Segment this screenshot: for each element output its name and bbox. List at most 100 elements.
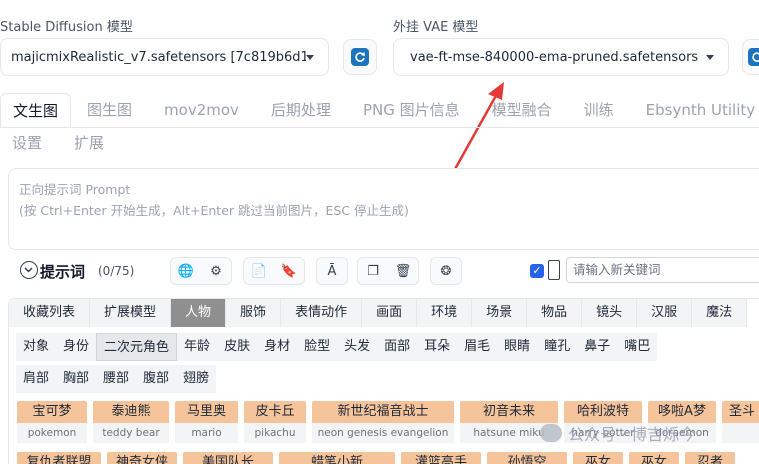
sub-face[interactable]: 面部 xyxy=(377,333,418,361)
toolbar-group-2: 📄 🔖 xyxy=(243,257,305,285)
secondary-tabs: 设置 扩展 xyxy=(0,126,120,160)
tag-card-zh: 圣斗 xyxy=(722,401,759,423)
cat-favorites[interactable]: 收藏列表 xyxy=(9,299,91,327)
token-count: (0/75) xyxy=(98,264,135,278)
tab-txt2img[interactable]: 文生图 xyxy=(0,93,72,127)
watermark: 公众号 · 博吉烁今 xyxy=(540,421,695,445)
tag-card[interactable]: 圣斗 xyxy=(722,401,759,443)
tag-card[interactable]: 皮卡丘 pikachu xyxy=(244,401,306,443)
wechat-icon xyxy=(540,424,562,442)
sub-pupils[interactable]: 瞳孔 xyxy=(537,333,578,361)
tag-card[interactable]: 泰迪熊 teddy bear xyxy=(93,401,169,443)
sub-age[interactable]: 年龄 xyxy=(177,333,218,361)
tab-ebsynth[interactable]: Ebsynth Utility xyxy=(630,93,759,127)
trash-icon[interactable]: 🗑 xyxy=(388,258,418,284)
vae-model-select[interactable]: vae-ft-mse-840000-ema-pruned.safetensors xyxy=(393,38,729,76)
keyword-input[interactable]: 请输入新关键词 xyxy=(566,257,759,283)
tag-card[interactable]: 巫女 xyxy=(629,452,679,464)
translate-icon[interactable]: Ā xyxy=(317,258,347,284)
sub-face-shape[interactable]: 脸型 xyxy=(297,333,338,361)
sub-chest[interactable]: 胸部 xyxy=(56,365,97,393)
sd-model-value: majicmixRealistic_v7.safetensors [7c819b… xyxy=(11,49,306,65)
copy-icon[interactable]: ❐ xyxy=(358,258,388,284)
cat-items[interactable]: 物品 xyxy=(527,299,583,327)
watermark-text: 公众号 · 博吉烁今 xyxy=(568,425,696,444)
main-tabs: 文生图 图生图 mov2mov 后期处理 PNG 图片信息 模型融合 训练 Eb… xyxy=(0,93,759,127)
cat-scene[interactable]: 场景 xyxy=(472,299,528,327)
cat-camera[interactable]: 镜头 xyxy=(582,299,638,327)
tag-card[interactable]: 神奇女侠 xyxy=(107,452,177,464)
vae-model-value: vae-ft-mse-840000-ema-pruned.safetensors xyxy=(410,49,699,65)
cat-clothing[interactable]: 服饰 xyxy=(226,299,282,327)
history-icon[interactable]: 📄 xyxy=(244,258,274,284)
sub-abdomen[interactable]: 腹部 xyxy=(136,365,177,393)
category-tabs: 收藏列表 扩展模型 人物 服饰 表情动作 画面 环境 场景 物品 镜头 汉服 魔… xyxy=(9,299,748,327)
sub-ears[interactable]: 耳朵 xyxy=(417,333,458,361)
tag-card-en xyxy=(722,423,759,443)
tag-card-zh: 初音未来 xyxy=(460,401,558,423)
tag-card-zh: 马里奥 xyxy=(175,401,238,423)
sub-wings[interactable]: 翅膀 xyxy=(176,365,217,393)
sub-nose[interactable]: 鼻子 xyxy=(577,333,618,361)
sub-eyebrows[interactable]: 眉毛 xyxy=(457,333,498,361)
sub-waist[interactable]: 腰部 xyxy=(96,365,137,393)
tag-card[interactable]: 复仇者联盟 xyxy=(17,452,101,464)
sub-identity[interactable]: 身份 xyxy=(56,333,97,361)
sub-skin[interactable]: 皮肤 xyxy=(217,333,258,361)
prompt-placeholder-line1: 正向提示词 Prompt xyxy=(19,182,131,197)
tag-card[interactable]: 忍者 xyxy=(685,452,735,464)
sd-model-select[interactable]: majicmixRealistic_v7.safetensors [7c819b… xyxy=(0,38,329,76)
tag-card[interactable]: 宝可梦 pokemon xyxy=(17,401,87,443)
prompt-placeholder-line2: (按 Ctrl+Enter 开始生成，Alt+Enter 跳过当前图片，ESC … xyxy=(19,203,409,218)
refresh-icon xyxy=(351,48,369,66)
tag-card[interactable]: 孙悟空 xyxy=(487,452,567,464)
tab-png-info[interactable]: PNG 图片信息 xyxy=(347,93,476,127)
sub-eyes[interactable]: 眼睛 xyxy=(497,333,538,361)
chevron-down-icon xyxy=(706,54,714,60)
subcategory-row-2: 肩部 胸部 腰部 腹部 翅膀 xyxy=(16,365,217,393)
tab-extras[interactable]: 后期处理 xyxy=(255,93,347,127)
sub-anime-character[interactable]: 二次元角色 xyxy=(96,333,178,361)
sub-body[interactable]: 身材 xyxy=(257,333,298,361)
tab-mov2mov[interactable]: mov2mov xyxy=(148,93,255,127)
tag-card-en: pokemon xyxy=(17,423,87,443)
cat-characters[interactable]: 人物 xyxy=(171,299,227,327)
tag-card-zh: 皮卡丘 xyxy=(244,401,306,423)
tab-settings[interactable]: 设置 xyxy=(0,126,58,160)
sub-mouth[interactable]: 嘴巴 xyxy=(617,333,658,361)
cat-hanfu[interactable]: 汉服 xyxy=(637,299,693,327)
tag-card[interactable]: 蜡笔小新 xyxy=(279,452,395,464)
subcategory-row-1: 对象 身份 二次元角色 年龄 皮肤 身材 脸型 头发 面部 耳朵 眉毛 眼睛 瞳… xyxy=(16,333,658,361)
tag-cards-row-2: 复仇者联盟 神奇女侠 美国队长 蜡笔小新 灌篮高手 孙悟空 巫女 巫女 忍者 xyxy=(17,452,735,464)
tag-card-zh: 哆啦A梦 xyxy=(648,401,716,423)
keyword-checkbox[interactable]: ✓ xyxy=(530,264,544,278)
refresh-icon xyxy=(748,48,759,66)
cat-extension-models[interactable]: 扩展模型 xyxy=(90,299,172,327)
bookmark-icon[interactable]: 🔖 xyxy=(274,258,304,284)
tag-card[interactable]: 新世纪福音战士 neon genesis evangelion xyxy=(312,401,454,443)
cat-magic[interactable]: 魔法 xyxy=(692,299,748,327)
refresh-sd-model-button[interactable] xyxy=(343,39,377,75)
tag-card-zh: 泰迪熊 xyxy=(93,401,169,423)
cat-expression[interactable]: 表情动作 xyxy=(281,299,363,327)
tab-img2img[interactable]: 图生图 xyxy=(71,93,148,127)
tag-card-en: teddy bear xyxy=(93,423,169,443)
gear-icon[interactable]: ⚙ xyxy=(201,258,231,284)
tag-card[interactable]: 马里奥 mario xyxy=(175,401,238,443)
tag-card[interactable]: 美国队长 xyxy=(183,452,273,464)
sub-shoulders[interactable]: 肩部 xyxy=(16,365,57,393)
cat-environment[interactable]: 环境 xyxy=(417,299,473,327)
prompt-textarea[interactable]: 正向提示词 Prompt (按 Ctrl+Enter 开始生成，Alt+Ente… xyxy=(8,168,759,250)
sub-object[interactable]: 对象 xyxy=(16,333,57,361)
tag-card[interactable]: 巫女 xyxy=(573,452,623,464)
tab-extensions[interactable]: 扩展 xyxy=(58,126,120,160)
sub-hair[interactable]: 头发 xyxy=(337,333,378,361)
tab-merge[interactable]: 模型融合 xyxy=(476,93,568,127)
tab-train[interactable]: 训练 xyxy=(568,93,630,127)
collapse-chevron-icon[interactable] xyxy=(20,261,38,279)
cat-scene-view[interactable]: 画面 xyxy=(362,299,418,327)
refresh-vae-button[interactable] xyxy=(742,39,759,75)
tag-card[interactable]: 灌篮高手 xyxy=(401,452,481,464)
openai-icon[interactable]: ❂ xyxy=(431,258,461,284)
globe-icon[interactable]: 🌐 xyxy=(171,258,201,284)
